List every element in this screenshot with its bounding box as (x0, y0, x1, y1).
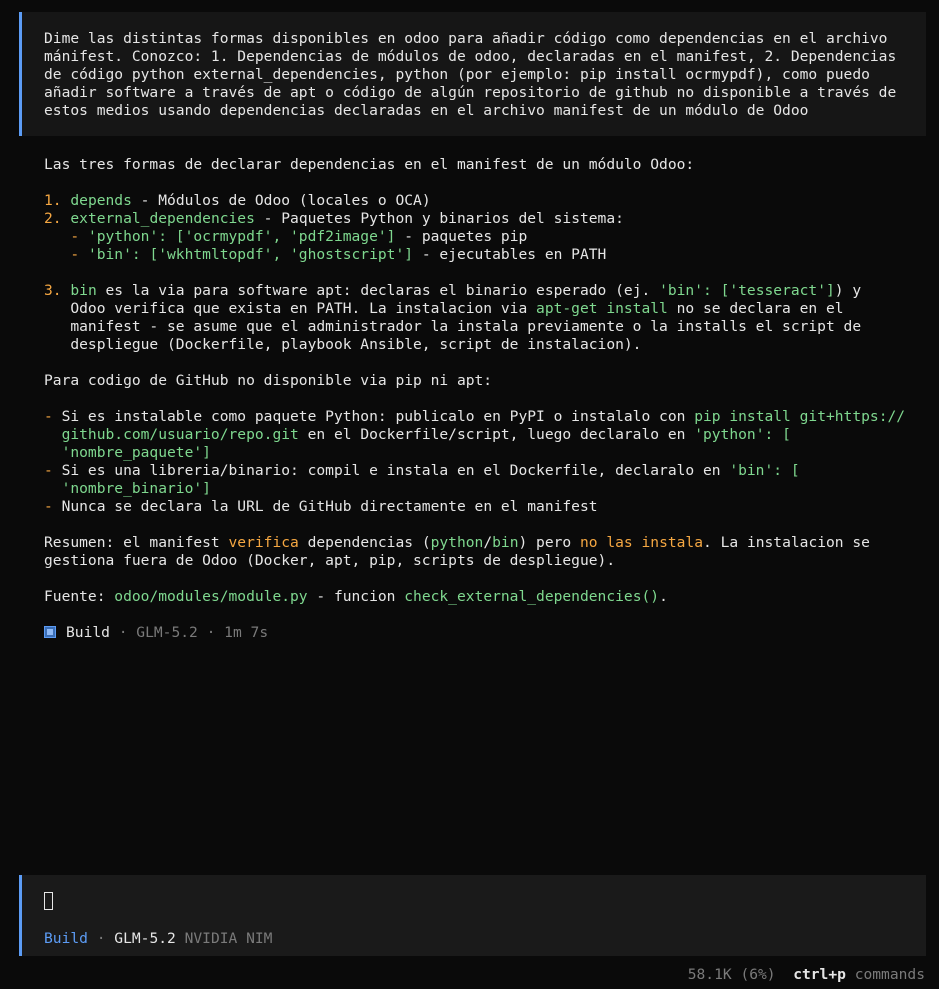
item-text: Si es una libreria/binario: compil e ins… (61, 462, 730, 479)
list-number: 3. (44, 282, 62, 299)
github-intro: Para codigo de GitHub no disponible via … (44, 372, 493, 389)
reply-item-bin: 3. bin es la via para software apt: decl… (44, 282, 905, 300)
item-text: - ejecutables en PATH (413, 246, 607, 263)
github-bullet-cont: github.com/usuario/repo.git en el Docker… (44, 426, 905, 444)
code-snippet: 'nombre_binario'] (44, 480, 211, 497)
reply-item-external: 2. external_dependencies - Paquetes Pyth… (44, 210, 905, 228)
list-number: 1. (44, 192, 62, 209)
code-snippet: 'bin': ['wkhtmltopdf', 'ghostscript'] (87, 246, 414, 263)
bullet-dash: - (44, 462, 62, 479)
summary-line: gestiona fuera de Odoo (Docker, apt, pip… (44, 552, 616, 569)
item-text: Odoo verifica que exista en PATH. La ins… (44, 300, 537, 317)
summary-text: / (483, 534, 493, 551)
separator: · (197, 624, 225, 641)
model-name[interactable]: GLM-5.2 (114, 930, 176, 947)
build-icon (44, 626, 56, 638)
highlight-text: no las instala (580, 534, 704, 551)
bullet-dash: - (44, 228, 88, 245)
reply-item-depends: 1. depends - Módulos de Odoo (locales o … (44, 192, 905, 210)
code-snippet: check_external_dependencies() (404, 588, 660, 605)
highlight-text: verifica (228, 534, 299, 551)
source-text: . (659, 588, 668, 605)
mode-label[interactable]: Build (44, 930, 88, 947)
summary-text: ) pero (518, 534, 580, 551)
separator: · (87, 930, 115, 947)
reply-subitem-python: - 'python': ['ocrmypdf', 'pdf2image'] - … (44, 228, 905, 246)
shortcut-label: commands (854, 966, 925, 983)
status-bar: 58.1K (6%) ctrl+p commands (688, 966, 925, 984)
item-text: - Módulos de Odoo (locales o OCA) (131, 192, 431, 209)
bullet-dash: - (44, 408, 62, 425)
model-name: GLM-5.2 (136, 624, 198, 641)
source-label: Fuente: (44, 588, 115, 605)
code-snippet: github.com/usuario/repo.git (44, 426, 299, 443)
bullet-dash: - (44, 246, 88, 263)
code-keyword: bin (70, 282, 97, 299)
item-text: no se declara en el (667, 300, 844, 317)
github-bullet-cont: 'nombre_binario'] (44, 480, 905, 498)
reply-item-bin-cont: Odoo verifica que exista en PATH. La ins… (44, 300, 905, 318)
user-message: Dime las distintas formas disponibles en… (19, 12, 926, 136)
user-message-line: añadir software a través de apt o código… (44, 84, 897, 101)
item-text: en el Dockerfile/script, luego declaralo… (298, 426, 695, 443)
source-text: - funcion (307, 588, 405, 605)
build-status: Build · GLM-5.2 · 1m 7s (44, 624, 268, 642)
item-text: ) y (834, 282, 862, 299)
user-message-line: estos medios usando dependencias declara… (44, 102, 809, 119)
source-line: Fuente: odoo/modules/module.py - funcion… (44, 588, 905, 606)
code-keyword: depends (70, 192, 132, 209)
reply-subitem-bin: - 'bin': ['wkhtmltopdf', 'ghostscript'] … (44, 246, 905, 264)
item-text: - Paquetes Python y binarios del sistema… (254, 210, 624, 227)
provider-name: NVIDIA NIM (184, 930, 273, 947)
code-snippet: bin (492, 534, 519, 551)
code-snippet: 'nombre_paquete'] (44, 444, 211, 461)
code-snippet: pip install git+https:// (694, 408, 906, 425)
user-message-line: de código python external_dependencies, … (44, 66, 870, 83)
item-text: es la via para software apt: declaras el… (96, 282, 660, 299)
code-keyword: external_dependencies (70, 210, 255, 227)
code-snippet: 'python': [ (694, 426, 791, 443)
code-snippet: 'bin': ['tesseract'] (659, 282, 835, 299)
reply-item-bin-cont: despliegue (Dockerfile, playbook Ansible… (44, 336, 642, 353)
reply-intro: Las tres formas de declarar dependencias… (44, 156, 695, 173)
summary-text: dependencias ( (298, 534, 431, 551)
item-text: Nunca se declara la URL de GitHub direct… (61, 498, 598, 515)
user-message-text: Dime las distintas formas disponibles en… (44, 30, 896, 120)
text-cursor (44, 892, 53, 910)
github-bullet: - Nunca se declara la URL de GitHub dire… (44, 498, 905, 516)
prompt-input[interactable]: Build · GLM-5.2 NVIDIA NIM (19, 875, 926, 956)
github-bullet: - Si es instalable como paquete Python: … (44, 408, 905, 426)
elapsed-time: 1m 7s (224, 624, 269, 641)
shortcut-key[interactable]: ctrl+p (793, 966, 846, 983)
separator: · (109, 624, 137, 641)
token-usage: 58.1K (6%) (687, 966, 776, 983)
item-text: Si es instalable como paquete Python: pu… (61, 408, 695, 425)
summary-text: Resumen: el manifest (44, 534, 229, 551)
input-meta: Build · GLM-5.2 NVIDIA NIM (44, 930, 272, 948)
github-bullet: - Si es una libreria/binario: compil e i… (44, 462, 905, 480)
item-text: - paquetes pip (395, 228, 528, 245)
assistant-reply: Las tres formas de declarar dependencias… (44, 156, 905, 606)
list-number: 2. (44, 210, 62, 227)
code-snippet: 'python': ['ocrmypdf', 'pdf2image'] (87, 228, 396, 245)
bullet-dash: - (44, 498, 62, 515)
code-snippet: odoo/modules/module.py (114, 588, 308, 605)
user-message-line: mánifest. Conozco: 1. Dependencias de mó… (44, 48, 897, 65)
github-bullet-cont: 'nombre_paquete'] (44, 444, 905, 462)
code-snippet: python (430, 534, 484, 551)
code-snippet: 'bin': [ (729, 462, 800, 479)
code-snippet: apt-get install (536, 300, 668, 317)
build-label: Build (66, 624, 110, 641)
summary-line: Resumen: el manifest verifica dependenci… (44, 534, 905, 552)
user-message-line: Dime las distintas formas disponibles en… (44, 30, 888, 47)
reply-item-bin-cont: manifest - se asume que el administrador… (44, 318, 862, 335)
summary-text: . La instalacion se (703, 534, 870, 551)
